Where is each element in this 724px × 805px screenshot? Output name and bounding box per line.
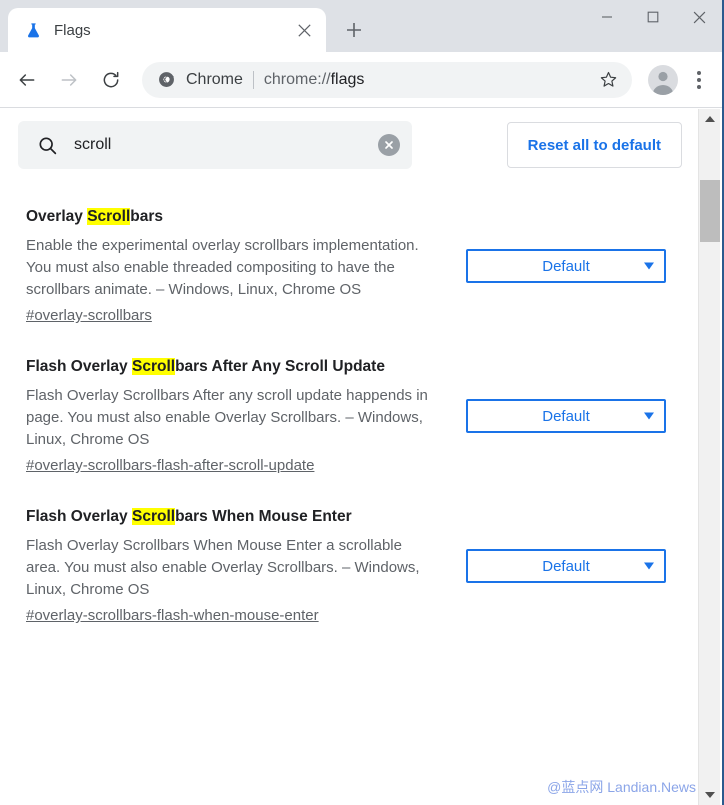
flag-title: Overlay Scrollbars (26, 207, 430, 228)
flag-description: Flash Overlay Scrollbars After any scrol… (26, 387, 428, 449)
close-icon[interactable] (292, 18, 316, 42)
flag-select[interactable]: Default (466, 549, 666, 584)
flag-title-prefix: Flash Overlay (26, 508, 132, 526)
flag-title: Flash Overlay Scrollbars When Mouse Ente… (26, 507, 430, 528)
search-input[interactable]: scroll (18, 121, 412, 169)
watermark: @蓝点网 Landian.News (547, 779, 696, 795)
star-icon[interactable] (594, 66, 622, 94)
chevron-down-icon (644, 562, 654, 570)
scroll-down-arrow-icon[interactable] (699, 785, 721, 805)
menu-dot (697, 77, 701, 82)
chrome-flags-page: Windows, Linux, Chrome OS, Android #smoo… (0, 109, 700, 805)
back-arrow-icon[interactable] (10, 63, 44, 97)
flags-list: Windows, Linux, Chrome OS, Android #smoo… (0, 181, 700, 805)
url-suffix: flags (330, 70, 365, 88)
page-scrollbar[interactable] (698, 109, 720, 805)
flag-info: Flash Overlay Scrollbars After Any Scrol… (26, 357, 430, 475)
minimize-icon[interactable] (584, 0, 630, 34)
flag-title-prefix: Flash Overlay (26, 358, 132, 376)
flag-select-value: Default (542, 257, 590, 275)
search-match-highlight: Scroll (131, 358, 176, 376)
flags-search-header: scroll Reset all to default (0, 109, 700, 181)
browser-tab-flags[interactable]: Flags (8, 8, 326, 52)
flag-row: Flash Overlay Scrollbars After Any Scrol… (0, 341, 700, 491)
forward-arrow-icon[interactable] (52, 63, 86, 97)
flag-row: Windows, Linux, Chrome OS, Android #smoo… (0, 181, 700, 191)
clear-circle-icon[interactable] (378, 134, 400, 156)
maximize-icon[interactable] (630, 0, 676, 34)
search-match-highlight: Scroll (131, 508, 176, 526)
chrome-logo-icon (156, 70, 176, 90)
page-viewport: Windows, Linux, Chrome OS, Android #smoo… (0, 109, 722, 805)
tab-strip: Flags (0, 0, 722, 52)
three-dot-menu-icon[interactable] (684, 63, 714, 97)
flag-description: Flash Overlay Scrollbars When Mouse Ente… (26, 537, 420, 599)
flag-title-suffix: bars After Any Scroll Update (175, 358, 385, 376)
window-controls (584, 0, 722, 34)
search-input-value: scroll (74, 136, 112, 153)
flag-info: Flash Overlay Scrollbars When Mouse Ente… (26, 507, 430, 625)
omnibox-separator (252, 70, 254, 89)
browser-toolbar: Chrome chrome://flags (0, 52, 722, 108)
flag-control: Default (430, 549, 676, 584)
close-icon[interactable] (676, 0, 722, 34)
reload-icon[interactable] (94, 63, 128, 97)
chevron-down-icon (644, 412, 654, 420)
flag-select[interactable]: Default (466, 249, 666, 284)
flag-permalink[interactable]: #overlay-scrollbars-flash-after-scroll-u… (26, 457, 314, 474)
flag-select[interactable]: Default (466, 399, 666, 434)
flag-permalink[interactable]: #overlay-scrollbars (26, 307, 152, 324)
flag-select-value: Default (542, 557, 590, 575)
flag-title-suffix: bars When Mouse Enter (175, 508, 352, 526)
search-icon (36, 134, 58, 156)
chevron-down-icon (644, 262, 654, 270)
flag-title-prefix: Overlay (26, 208, 88, 226)
url-prefix: chrome:// (263, 70, 331, 88)
menu-dot (697, 70, 701, 75)
flag-title: Flash Overlay Scrollbars After Any Scrol… (26, 357, 430, 378)
new-tab-button[interactable] (338, 14, 370, 46)
tab-title: Flags (54, 21, 91, 39)
account-avatar-icon[interactable] (648, 64, 678, 95)
flag-permalink[interactable]: #overlay-scrollbars-flash-when-mouse-ent… (26, 607, 319, 624)
flag-control: Default (430, 249, 676, 284)
scroll-up-glyph (705, 116, 715, 122)
flask-icon (24, 21, 42, 39)
omnibox-url: chrome://flags (264, 71, 364, 89)
flag-select-value: Default (542, 407, 590, 425)
menu-dot (697, 84, 701, 89)
reset-all-to-default-button[interactable]: Reset all to default (506, 122, 682, 168)
flag-row: Flash Overlay Scrollbars When Mouse Ente… (0, 491, 700, 641)
search-match-highlight: Scroll (87, 208, 131, 226)
flag-description: Enable the experimental overlay scrollba… (26, 236, 419, 299)
flag-title-suffix: bars (130, 208, 164, 226)
address-bar[interactable]: Chrome chrome://flags (142, 61, 632, 98)
scroll-down-glyph (705, 792, 715, 798)
scroll-up-arrow-icon[interactable] (699, 109, 721, 129)
flags-list-inner: Windows, Linux, Chrome OS, Android #smoo… (0, 181, 700, 641)
flag-info: Overlay Scrollbars Enable the experiment… (26, 207, 430, 325)
browser-window: Flags Chrome chrome://flags Overlay Scro… (0, 0, 724, 805)
flag-control: Default (430, 399, 676, 434)
omnibox-chip-label: Chrome (186, 70, 243, 88)
scrollbar-thumb[interactable] (700, 180, 720, 242)
flag-row: Overlay Scrollbars Enable the experiment… (0, 191, 700, 341)
